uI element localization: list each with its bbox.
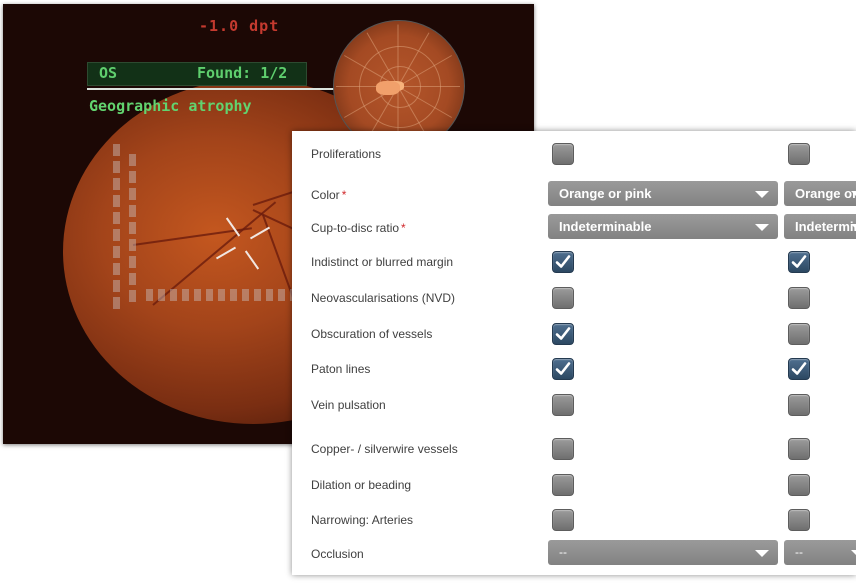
select-value: -- [795, 545, 803, 559]
row-narrowing: Narrowing: Arteries [292, 505, 856, 535]
select-value: Orange or pink [559, 186, 652, 201]
check-icon [791, 362, 807, 375]
checkbox[interactable] [552, 287, 574, 309]
checkbox[interactable] [552, 474, 574, 496]
row-label: Dilation or beading [311, 478, 412, 492]
row-dilation: Dilation or beading [292, 470, 856, 500]
select-value: Orange or pink [795, 186, 856, 201]
row-label: Copper- / silverwire vessels [311, 442, 458, 456]
checkbox[interactable] [552, 358, 574, 380]
required-marker: * [401, 221, 406, 235]
occlusion-select[interactable]: -- [784, 540, 856, 565]
check-icon [555, 362, 571, 375]
check-icon [791, 255, 807, 268]
checkbox[interactable] [788, 323, 810, 345]
findings-panel: Proliferations Color * Orange or pink Ora… [292, 131, 856, 575]
chevron-down-icon [755, 550, 769, 557]
occlusion-select[interactable]: -- [548, 540, 778, 565]
checkbox[interactable] [552, 509, 574, 531]
check-icon [555, 255, 571, 268]
color-select[interactable]: Orange or pink [784, 181, 856, 206]
checkbox[interactable] [552, 323, 574, 345]
checkbox[interactable] [552, 438, 574, 460]
select-value: -- [559, 545, 567, 559]
cup-disc-select[interactable]: Indeterminable [784, 214, 856, 239]
grid-overlay [129, 154, 136, 302]
row-obscuration: Obscuration of vessels [292, 319, 856, 349]
row-cup-disc: Cup-to-disc ratio * Indeterminable Indete… [292, 213, 856, 243]
found-counter: Found: 1/2 [197, 64, 288, 82]
checkbox[interactable] [552, 143, 574, 165]
checkbox[interactable] [788, 143, 810, 165]
select-value: Indeterminable [795, 219, 856, 234]
row-label: Proliferations [311, 147, 382, 161]
chevron-down-icon [851, 191, 856, 198]
row-label: Obscuration of vessels [311, 327, 433, 341]
row-label: Neovascularisations (NVD) [311, 291, 456, 305]
row-color: Color* Orange or pink Orange or pink [292, 180, 856, 210]
cup-disc-select[interactable]: Indeterminable [548, 214, 778, 239]
checkbox[interactable] [788, 438, 810, 460]
checkbox[interactable] [788, 474, 810, 496]
row-label: Cup-to-disc ratio * [311, 221, 406, 235]
checkbox[interactable] [552, 394, 574, 416]
chevron-down-icon [851, 224, 856, 231]
diagnosis-label: Geographic atrophy [89, 97, 252, 115]
row-indistinct-margin: Indistinct or blurred margin [292, 247, 856, 277]
lesion-marker [376, 81, 400, 95]
chevron-down-icon [851, 550, 856, 557]
required-marker: * [341, 188, 347, 202]
row-nvd: Neovascularisations (NVD) [292, 283, 856, 313]
color-select[interactable]: Orange or pink [548, 181, 778, 206]
refraction-readout: -1.0 dpt [199, 17, 280, 35]
row-proliferations: Proliferations [292, 139, 856, 169]
select-value: Indeterminable [559, 219, 652, 234]
grid-overlay [146, 289, 309, 301]
checkbox[interactable] [788, 394, 810, 416]
row-label: Indistinct or blurred margin [311, 255, 454, 269]
row-label: Narrowing: Arteries [311, 513, 414, 527]
chevron-down-icon [755, 224, 769, 231]
row-label: Vein pulsation [311, 398, 386, 412]
row-label: Paton lines [311, 362, 371, 376]
eye-label: OS [99, 64, 118, 82]
minimap-spoke [397, 24, 399, 87]
checkbox[interactable] [552, 251, 574, 273]
hud-divider [87, 88, 337, 90]
checkbox[interactable] [788, 358, 810, 380]
grid-overlay [113, 144, 120, 309]
checkbox[interactable] [788, 509, 810, 531]
row-label: Color * [311, 188, 347, 202]
minimap-spoke [398, 86, 460, 87]
row-copper-silver: Copper- / silverwire vessels [292, 434, 856, 464]
checkbox[interactable] [788, 251, 810, 273]
row-occlusion: Occlusion -- -- [292, 539, 856, 569]
chevron-down-icon [755, 191, 769, 198]
row-paton: Paton lines [292, 354, 856, 384]
checkbox[interactable] [788, 287, 810, 309]
check-icon [555, 327, 571, 340]
row-vein-pulsation: Vein pulsation [292, 390, 856, 420]
row-label: Occlusion [311, 547, 364, 561]
